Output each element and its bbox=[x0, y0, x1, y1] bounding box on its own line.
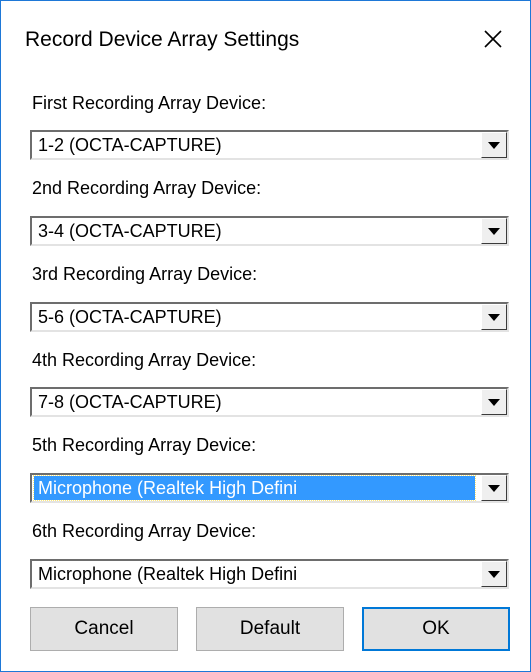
window-title: Record Device Array Settings bbox=[25, 28, 300, 51]
third-device-label: 3rd Recording Array Device: bbox=[32, 264, 258, 284]
dropdown-arrow-icon bbox=[488, 227, 500, 235]
fourth-device-select[interactable]: 7-8 (OCTA-CAPTURE) bbox=[30, 387, 509, 417]
sixth-device-dropdown-button[interactable] bbox=[481, 561, 507, 587]
fifth-device-select[interactable]: Microphone (Realtek High Defini bbox=[30, 473, 509, 503]
dropdown-arrow-icon bbox=[488, 570, 500, 578]
dropdown-arrow-icon bbox=[488, 484, 500, 492]
fifth-device-value: Microphone (Realtek High Defini bbox=[33, 475, 476, 501]
first-device-label: First Recording Array Device: bbox=[32, 93, 267, 113]
second-device-label: 2nd Recording Array Device: bbox=[32, 178, 262, 198]
third-device-value: 5-6 (OCTA-CAPTURE) bbox=[38, 307, 222, 327]
dialog-body: First Recording Array Device: 1-2 (OCTA-… bbox=[1, 77, 530, 671]
sixth-device-value: Microphone (Realtek High Defini bbox=[38, 564, 298, 584]
third-device-select[interactable]: 5-6 (OCTA-CAPTURE) bbox=[30, 302, 509, 332]
second-device-value: 3-4 (OCTA-CAPTURE) bbox=[38, 221, 222, 241]
dropdown-arrow-icon bbox=[488, 141, 500, 149]
record-device-array-settings-dialog: Record Device Array Settings First Recor… bbox=[0, 0, 531, 672]
close-button[interactable] bbox=[456, 1, 530, 77]
fifth-device-dropdown-button[interactable] bbox=[481, 475, 507, 501]
sixth-device-label: 6th Recording Array Device: bbox=[32, 521, 257, 541]
ok-button[interactable]: OK bbox=[362, 607, 510, 651]
cancel-button[interactable]: Cancel bbox=[30, 607, 178, 651]
second-device-dropdown-button[interactable] bbox=[481, 218, 507, 244]
first-device-value: 1-2 (OCTA-CAPTURE) bbox=[38, 135, 222, 155]
default-button[interactable]: Default bbox=[196, 607, 344, 651]
title-bar[interactable]: Record Device Array Settings bbox=[1, 1, 530, 77]
close-icon bbox=[484, 30, 502, 48]
dropdown-arrow-icon bbox=[488, 398, 500, 406]
fifth-device-label: 5th Recording Array Device: bbox=[32, 435, 257, 455]
first-device-dropdown-button[interactable] bbox=[481, 132, 507, 158]
dropdown-arrow-icon bbox=[488, 313, 500, 321]
fourth-device-value: 7-8 (OCTA-CAPTURE) bbox=[38, 392, 222, 412]
second-device-select[interactable]: 3-4 (OCTA-CAPTURE) bbox=[30, 216, 509, 246]
third-device-dropdown-button[interactable] bbox=[481, 304, 507, 330]
fourth-device-dropdown-button[interactable] bbox=[481, 389, 507, 415]
sixth-device-select[interactable]: Microphone (Realtek High Defini bbox=[30, 559, 509, 589]
first-device-select[interactable]: 1-2 (OCTA-CAPTURE) bbox=[30, 130, 509, 160]
fourth-device-label: 4th Recording Array Device: bbox=[32, 350, 257, 370]
